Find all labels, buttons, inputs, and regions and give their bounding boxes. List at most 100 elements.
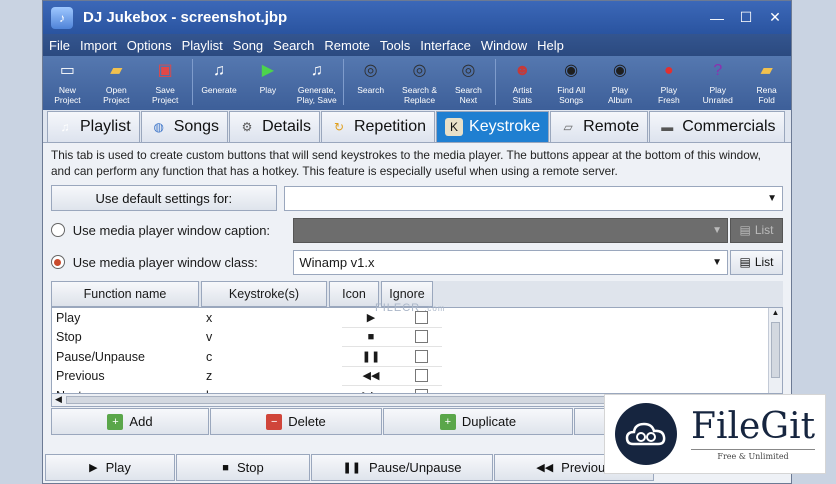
delete-icon: − [266,413,283,430]
keystroke-cell: z [206,369,213,384]
ignore-checkbox[interactable] [414,369,428,383]
bottom-play-button[interactable]: ▶ Play [45,454,175,481]
menu-import[interactable]: Import [80,38,117,53]
open-project-button[interactable]: ▰ Open Project [92,59,141,106]
toolbar-label: Find All Songs [557,85,586,105]
scroll-left-icon[interactable]: ◀ [55,394,62,405]
play-unrated-button[interactable]: ? Play Unrated [693,59,742,106]
toolbar-label: Artist Stats [512,85,532,105]
artist-stats-button[interactable]: ☻ Artist Stats [498,59,547,106]
toolbar-label: New Project [54,85,81,105]
tab-label: Songs [173,118,220,135]
search-button[interactable]: ◎ Search [346,59,395,96]
toolbar-label: Generate, Play, Save [296,85,337,105]
tab-playlist[interactable]: ♫ Playlist [47,111,140,142]
save-project-button[interactable]: ▣ Save Project [141,59,190,106]
bottom-pause-button[interactable]: ❚❚ Pause/Unpause [311,454,493,481]
ignore-cell [400,386,442,393]
stop-icon: ■ [222,461,229,474]
menu-window[interactable]: Window [481,38,527,53]
minimize-button[interactable]: — [704,7,730,29]
class-list-button[interactable]: ▤ List [730,249,783,275]
chevron-down-icon: ▼ [712,224,723,236]
col-icon[interactable]: Icon [329,281,379,307]
globe-icon: ◍ [153,120,164,134]
play-button[interactable]: ▶ Play [243,59,292,96]
menu-tools[interactable]: Tools [380,38,410,53]
delete-label: Delete [288,414,326,429]
tab-label: Details [262,118,311,135]
duplicate-button[interactable]: + Duplicate [383,408,573,435]
find-all-songs-button[interactable]: ◉ Find All Songs [547,59,596,106]
folder-icon: ▰ [760,62,773,79]
class-radio[interactable] [51,255,65,269]
ignore-cell [400,347,442,367]
bottom-stop-button[interactable]: ■ Stop [176,454,310,481]
search-next-button[interactable]: ◎ Search Next [444,59,493,106]
col-keystrokes[interactable]: Keystroke(s) [201,281,327,307]
generate-play-save-button[interactable]: ♫ Generate, Play, Save [292,59,341,106]
toolbar-label: Play Unrated [702,85,733,105]
menu-playlist[interactable]: Playlist [182,38,223,53]
table-row[interactable]: Previous z ◀◀ [52,367,782,386]
filegit-tagline: Free & Unlimited [691,449,816,461]
play-fresh-button[interactable]: ● Play Fresh [644,59,693,106]
add-button[interactable]: + Add [51,408,209,435]
vertical-scrollbar[interactable]: ▲ [768,308,782,393]
class-value: Winamp v1.x [299,254,375,270]
menu-remote[interactable]: Remote [324,38,370,53]
filegit-brand: FileGit Free & Unlimited [691,407,816,461]
page-icon: ▭ [59,62,75,79]
tab-repetition[interactable]: ↻ Repetition [320,111,436,142]
caption-radio[interactable] [51,223,65,237]
menu-search[interactable]: Search [273,38,314,53]
rename-folder-button[interactable]: ▰ Rena Fold [742,59,791,106]
tab-songs[interactable]: ◍ Songs [140,111,229,142]
function-name-cell: Play [56,310,81,325]
delete-button[interactable]: − Delete [210,408,382,435]
play-album-button[interactable]: ◉ Play Album [596,59,645,106]
menu-options[interactable]: Options [127,38,172,53]
tab-details[interactable]: ⚙ Details [229,111,320,142]
menu-interface[interactable]: Interface [420,38,471,53]
class-dropdown[interactable]: Winamp v1.x ▼ [293,249,729,275]
previous-icon: ◀◀ [536,462,554,474]
radio-selected-dot [54,258,62,266]
toolbar-separator [494,59,496,105]
table-row[interactable]: Nextb▶▶ [52,386,782,393]
default-settings-row: Use default settings for: ▼ [51,185,783,211]
menu-help[interactable]: Help [537,38,564,53]
class-radio-label: Use media player window class: [72,254,258,270]
filecr-text: FILECR [375,302,421,314]
toolbar-label: Play Fresh [658,85,680,105]
tab-label: Commercials [682,118,776,135]
default-settings-dropdown[interactable]: ▼ [283,185,783,211]
ignore-checkbox[interactable] [414,330,428,344]
maximize-button[interactable]: ☐ [733,7,759,29]
close-button[interactable]: ✕ [762,7,788,29]
use-default-settings-button[interactable]: Use default settings for: [51,185,277,211]
bottom-play-label: Play [105,460,131,475]
menu-file[interactable]: File [49,38,70,53]
tab-label: Keystroke [469,118,541,135]
binoculars-icon: ◎ [363,62,378,79]
ignore-checkbox[interactable] [414,349,428,363]
binoculars-icon: ◎ [412,62,427,79]
table-row[interactable]: Stop v ■ [52,328,782,347]
gear-icon: ⚙ [241,120,253,134]
tab-label: Repetition [353,118,427,135]
tab-remote[interactable]: ▱ Remote [550,111,649,142]
table-row[interactable]: Pause/Unpause c ❚❚ [52,347,782,367]
folder-icon: ▰ [110,62,123,79]
scroll-thumb[interactable] [771,322,780,378]
keystroke-grid: Function name Keystroke(s) Icon Ignore P… [51,281,783,407]
col-function-name[interactable]: Function name [51,281,199,307]
scroll-up-icon[interactable]: ▲ [769,308,782,317]
new-project-button[interactable]: ▭ New Project [43,59,92,106]
binoculars-icon: ◎ [461,62,476,79]
tab-keystroke[interactable]: K Keystroke [436,111,550,142]
search-replace-button[interactable]: ◎ Search & Replace [395,59,444,106]
menu-song[interactable]: Song [233,38,263,53]
generate-button[interactable]: ♫ Generate [195,59,244,96]
tab-commercials[interactable]: ▬ Commercials [649,111,785,142]
